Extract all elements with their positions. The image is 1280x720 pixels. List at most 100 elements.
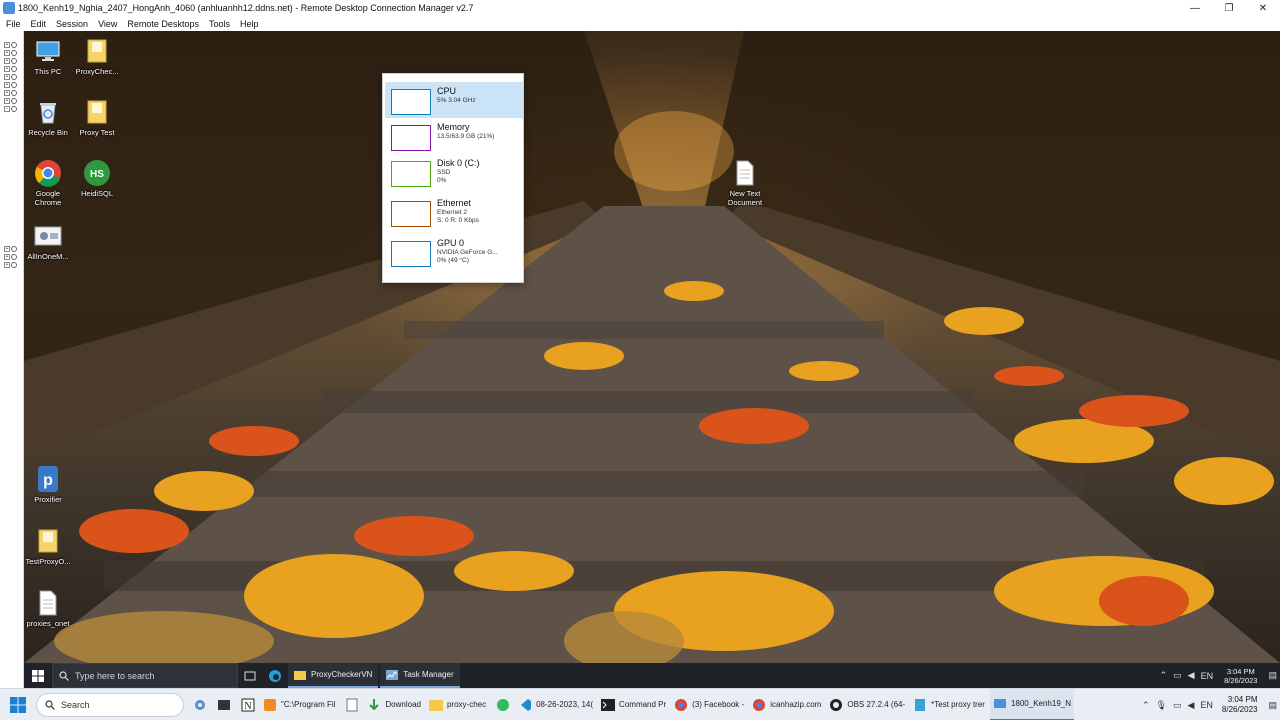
- tree-node[interactable]: +: [4, 65, 22, 72]
- desktop-icon-proxies-onet[interactable]: proxies_onet: [24, 589, 73, 628]
- desktop-icon-new-text-document[interactable]: New Text Document: [720, 159, 770, 207]
- menu-edit[interactable]: Edit: [31, 19, 47, 29]
- desktop-icon-proxy-test-folder[interactable]: Proxy Test: [72, 98, 122, 137]
- host-app-test-proxy-notepad[interactable]: *Test proxy trer: [910, 689, 988, 720]
- desktop-icon-google-chrome[interactable]: Google Chrome: [24, 159, 73, 207]
- remote-desktop[interactable]: This PC ProxyChec... Recycle Bin Proxy T…: [24, 31, 1280, 663]
- chevron-up-icon[interactable]: ⌃: [1142, 700, 1150, 711]
- host-app-icanhazip[interactable]: icanhazip.com: [749, 689, 824, 720]
- tree-node[interactable]: +: [4, 261, 22, 268]
- tm-item-memory[interactable]: Memory 13.5/63.9 GB (21%): [385, 118, 523, 154]
- host-start-button[interactable]: [0, 689, 36, 720]
- host-app-command-prompt[interactable]: Command Pr: [598, 689, 669, 720]
- tree-node[interactable]: +: [4, 89, 22, 96]
- download-icon: [369, 698, 380, 710]
- host-search-box[interactable]: Search: [36, 692, 184, 717]
- desktop-icon-heidisql[interactable]: HS HeidiSQL: [72, 159, 122, 198]
- expand-icon[interactable]: +: [4, 49, 10, 56]
- tm-item-disk[interactable]: Disk 0 (C:) SSD 0%: [385, 154, 523, 190]
- tm-item-cpu[interactable]: CPU 5% 3.04 GHz: [385, 82, 523, 118]
- expand-icon[interactable]: +: [4, 65, 10, 72]
- chevron-up-icon[interactable]: ⌃: [1160, 670, 1168, 681]
- minimize-button[interactable]: —: [1178, 0, 1212, 16]
- host-app-notepad[interactable]: [342, 689, 362, 720]
- tm-item-gpu[interactable]: GPU 0 NVIDIA GeForce G... 0% (49 °C): [385, 234, 523, 270]
- remote-app-label: Task Manager: [403, 670, 454, 679]
- expand-icon[interactable]: +: [4, 81, 10, 88]
- host-app-facebook[interactable]: (3) Facebook -: [671, 689, 747, 720]
- tree-node[interactable]: +: [4, 81, 22, 88]
- tm-item-detail: 5% 3.04 GHz: [437, 97, 476, 104]
- menu-remote-desktops[interactable]: Remote Desktops: [127, 19, 199, 29]
- host-app-proxy-checker-folder[interactable]: proxy-chec: [426, 689, 489, 720]
- desktop-icon-label: proxies_onet: [26, 619, 70, 628]
- host-app-notion[interactable]: N: [238, 689, 258, 720]
- task-view-button[interactable]: [238, 663, 262, 688]
- server-icon: [11, 89, 17, 96]
- speaker-icon[interactable]: ◀: [1187, 700, 1194, 711]
- desktop-icon-allinone[interactable]: AllInOneM...: [24, 222, 73, 261]
- desktop-icon-recycle-bin[interactable]: Recycle Bin: [24, 98, 73, 137]
- expand-icon[interactable]: +: [4, 245, 10, 252]
- app-icon: [34, 222, 62, 250]
- maximize-button[interactable]: ❐: [1212, 0, 1246, 16]
- host-clock[interactable]: 3:04 PM 8/26/2023: [1222, 695, 1258, 715]
- host-taskbar: Search N "C:\Program Fil Download proxy-…: [0, 688, 1280, 720]
- menu-session[interactable]: Session: [56, 19, 88, 29]
- desktop-icon-testproxy-folder[interactable]: TestProxyO...: [24, 527, 73, 566]
- expand-icon[interactable]: +: [4, 73, 10, 80]
- desktop-icon-proxifier[interactable]: p Proxifier: [24, 465, 73, 504]
- network-icon[interactable]: ▭: [1173, 670, 1182, 681]
- network-icon[interactable]: ▭: [1173, 700, 1182, 711]
- tree-node[interactable]: +: [4, 49, 22, 56]
- language-icon[interactable]: EN: [1201, 671, 1214, 681]
- tree-node[interactable]: +: [4, 73, 22, 80]
- menu-view[interactable]: View: [98, 19, 117, 29]
- remote-edge-button[interactable]: [262, 663, 288, 688]
- expand-icon[interactable]: +: [4, 261, 10, 268]
- tree-node[interactable]: −: [4, 105, 22, 112]
- host-app-cmd-program-files[interactable]: "C:\Program Fil: [260, 689, 338, 720]
- remote-start-button[interactable]: [24, 663, 52, 688]
- host-app-rdcman[interactable]: 1800_Kenh19_N: [989, 688, 1075, 720]
- desktop-icon-this-pc[interactable]: This PC: [24, 37, 73, 76]
- tree-node[interactable]: +: [4, 41, 22, 48]
- remote-app-task-manager[interactable]: Task Manager: [380, 663, 460, 688]
- server-icon: [11, 81, 17, 88]
- host-app-window[interactable]: [214, 689, 234, 720]
- expand-icon[interactable]: +: [4, 57, 10, 64]
- remote-app-proxycheckervn[interactable]: ProxyCheckerVN: [288, 663, 379, 688]
- host-app-vscode[interactable]: 08-26-2023, 14(: [515, 689, 596, 720]
- expand-icon[interactable]: +: [4, 253, 10, 260]
- remote-clock[interactable]: 3:04 PM 8/26/2023: [1224, 667, 1257, 685]
- expand-icon[interactable]: +: [4, 41, 10, 48]
- host-search-placeholder: Search: [61, 699, 90, 710]
- remote-search-box[interactable]: Type here to search: [52, 663, 238, 688]
- tree-node[interactable]: +: [4, 253, 22, 260]
- tree-node[interactable]: +: [4, 245, 22, 252]
- menu-tools[interactable]: Tools: [209, 19, 230, 29]
- notifications-icon[interactable]: ▤: [1268, 670, 1277, 681]
- language-icon[interactable]: EN: [1200, 700, 1213, 710]
- menu-file[interactable]: File: [6, 19, 21, 29]
- expand-icon[interactable]: −: [4, 105, 10, 112]
- close-button[interactable]: ✕: [1246, 0, 1280, 16]
- tree-node[interactable]: +: [4, 57, 22, 64]
- search-icon: [45, 699, 55, 710]
- speaker-icon[interactable]: ◀: [1188, 670, 1195, 681]
- host-app-wechat[interactable]: [493, 689, 513, 720]
- desktop-icon-proxychecker-folder[interactable]: ProxyChec...: [72, 37, 122, 76]
- host-app-obs[interactable]: OBS 27.2.4 (64-: [826, 689, 908, 720]
- notifications-icon[interactable]: ▤: [1268, 700, 1277, 711]
- expand-icon[interactable]: +: [4, 89, 10, 96]
- tm-item-ethernet[interactable]: Ethernet Ethernet 2 S: 0 R: 0 Kbps: [385, 194, 523, 230]
- menu-help[interactable]: Help: [240, 19, 259, 29]
- server-tree[interactable]: + + + + + + + + − + + +: [0, 31, 24, 720]
- host-app-download[interactable]: Download: [364, 689, 424, 720]
- expand-icon[interactable]: +: [4, 97, 10, 104]
- tm-item-detail: 0% (49 °C): [437, 257, 469, 264]
- tree-node[interactable]: +: [4, 97, 22, 104]
- host-app-settings[interactable]: [190, 689, 210, 720]
- microphone-icon[interactable]: 🎙: [1156, 700, 1167, 711]
- desktop-icon-label: Recycle Bin: [28, 128, 68, 137]
